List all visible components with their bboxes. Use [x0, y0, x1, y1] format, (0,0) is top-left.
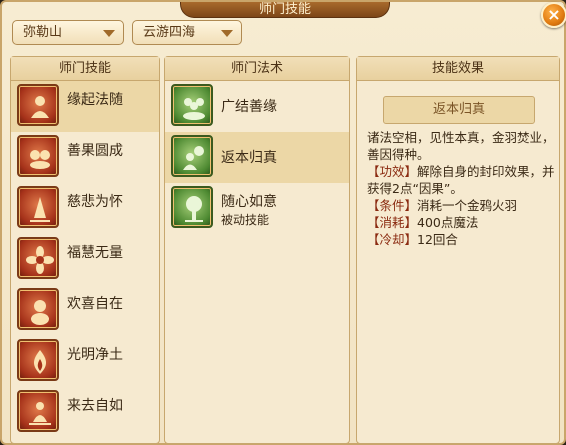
cost-text: 400点魔法 [417, 215, 479, 230]
fruit-bowl-icon [17, 135, 59, 177]
cooldown-text: 12回合 [417, 232, 458, 247]
spell-sublabel: 被动技能 [221, 213, 270, 227]
lotus-flower-icon [17, 237, 59, 279]
condition-text: 消耗一个金鸦火羽 [417, 198, 518, 213]
laughing-buddha-icon [17, 288, 59, 330]
effect-header: 技能效果 [357, 57, 559, 81]
skill-label: 光明净土 [67, 347, 123, 363]
window-title: 师门技能 [180, 2, 390, 18]
skills-window: 师门技能 × 弥勒山 云游四海 师门技能 缘起法随 善果圆成 慈悲为怀 福慧无量… [0, 0, 566, 445]
skill-item[interactable]: 缘起法随 [11, 81, 159, 132]
cost-tag: 【消耗】 [367, 215, 418, 230]
skill-item[interactable]: 欢喜自在 [11, 285, 159, 336]
skill-label: 欢喜自在 [67, 296, 123, 312]
skill-label: 来去自如 [67, 398, 123, 414]
effect-skill-name: 返本归真 [383, 96, 535, 124]
effect-cost-line: 【消耗】400点魔法 [367, 214, 557, 231]
spell-item[interactable]: 广结善缘 [165, 81, 349, 132]
chevron-down-icon [103, 30, 115, 37]
tree-figure-icon [171, 186, 213, 228]
skill-label: 善果圆成 [67, 143, 123, 159]
effect-panel: 技能效果 返本归真 诸法空相，见性本真，金羽焚业，善因得种。 【功效】解除自身的… [356, 56, 560, 444]
close-button[interactable]: × [541, 2, 566, 28]
region-dropdown[interactable]: 云游四海 [132, 20, 242, 45]
skill-label: 慈悲为怀 [67, 194, 123, 210]
skill-item[interactable]: 慈悲为怀 [11, 183, 159, 234]
flame-icon [17, 339, 59, 381]
spell-label: 广结善缘 [221, 99, 277, 115]
cooldown-tag: 【冷却】 [367, 232, 418, 247]
effect-function-line: 【功效】解除自身的封印效果，并获得2点“因果”。 [367, 163, 557, 197]
effect-description: 诸法空相，见性本真，金羽焚业，善因得种。 【功效】解除自身的封印效果，并获得2点… [367, 129, 557, 248]
sect-skills-header: 师门技能 [11, 57, 159, 81]
skill-label: 缘起法随 [67, 92, 123, 108]
sect-spells-panel: 师门法术 广结善缘 返本归真 随心如意 被动技能 [164, 56, 350, 444]
skill-label: 福慧无量 [67, 245, 123, 261]
spell-label: 随心如意 [221, 194, 277, 210]
skill-item[interactable]: 福慧无量 [11, 234, 159, 285]
skill-item[interactable]: 来去自如 [11, 387, 159, 438]
effect-cooldown-line: 【冷却】12回合 [367, 231, 557, 248]
spell-item[interactable]: 返本归真 [165, 132, 349, 183]
effect-condition-line: 【条件】消耗一个金鸦火羽 [367, 197, 557, 214]
sun-figure-icon [171, 135, 213, 177]
seated-figure-icon [17, 84, 59, 126]
condition-tag: 【条件】 [367, 198, 418, 213]
region-dropdown-value: 云游四海 [143, 25, 196, 40]
sect-spells-header: 师门法术 [165, 57, 349, 81]
group-figures-icon [171, 84, 213, 126]
meditation-figure-icon [17, 390, 59, 432]
skill-item[interactable]: 善果圆成 [11, 132, 159, 183]
skill-item[interactable]: 光明净土 [11, 336, 159, 387]
spell-item[interactable]: 随心如意 被动技能 [165, 183, 349, 234]
sect-dropdown[interactable]: 弥勒山 [12, 20, 124, 45]
chevron-down-icon [221, 30, 233, 37]
sect-skills-panel: 师门技能 缘起法随 善果圆成 慈悲为怀 福慧无量 欢喜自在 光明净土 来去自如 [10, 56, 160, 444]
effect-flavor-text: 诸法空相，见性本真，金羽焚业，善因得种。 [367, 130, 555, 162]
sect-dropdown-value: 弥勒山 [23, 25, 63, 40]
close-icon: × [547, 5, 561, 24]
spell-label: 返本归真 [221, 150, 277, 166]
praying-hands-icon [17, 186, 59, 228]
function-tag: 【功效】 [367, 164, 418, 179]
